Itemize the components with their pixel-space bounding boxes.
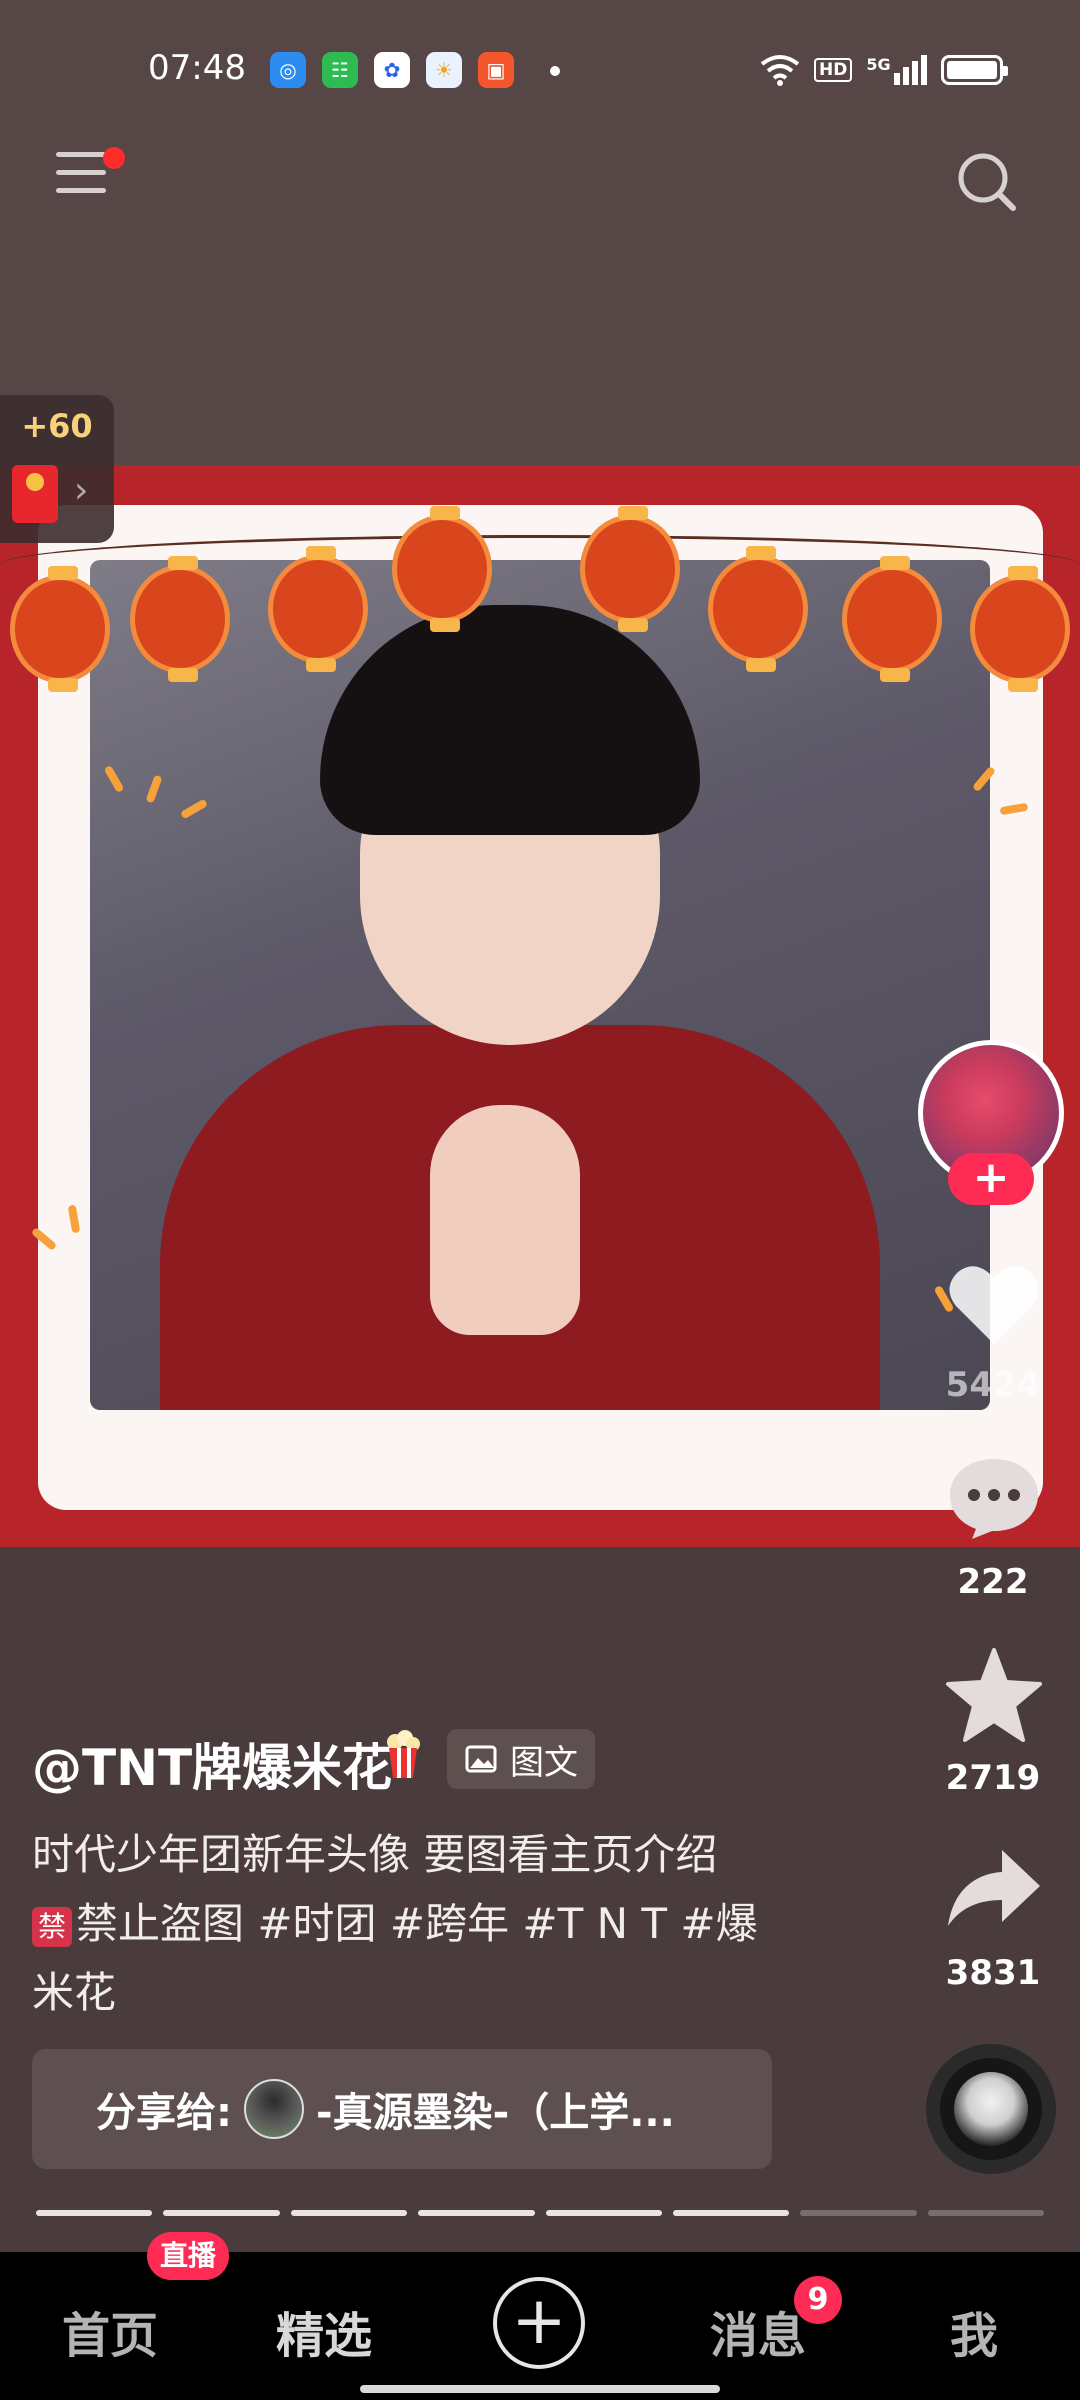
like-count: 5424 — [945, 1365, 1041, 1405]
star-icon[interactable] — [944, 1648, 1044, 1742]
comment-icon[interactable] — [946, 1455, 1042, 1541]
music-cover — [954, 2072, 1028, 2146]
progress-segment — [800, 2210, 917, 2216]
messages-badge: 9 — [794, 2276, 842, 2324]
nav-home[interactable]: 首页 — [62, 2296, 158, 2366]
lantern-icon — [580, 506, 680, 632]
baidu-app-icon: ✿ — [374, 52, 410, 88]
hd-indicator: HD — [814, 58, 853, 82]
favorite-count: 2719 — [945, 1758, 1041, 1798]
notification-dot-icon — [550, 66, 560, 76]
share-arrow-icon[interactable] — [944, 1846, 1044, 1930]
browser-app-icon: ◎ — [270, 52, 306, 88]
share-count: 3831 — [945, 1953, 1041, 1993]
menu-line — [56, 188, 106, 193]
search-icon[interactable] — [955, 150, 1019, 214]
lantern-icon — [268, 546, 368, 672]
status-time: 07:48 — [148, 48, 246, 88]
comment-count: 222 — [957, 1562, 1029, 1602]
hamburger-menu-icon[interactable] — [56, 152, 106, 208]
network-label: 5G — [866, 55, 891, 74]
menu-notification-badge — [103, 147, 125, 169]
post-description[interactable]: 时代少年团新年头像 要图看主页介绍 禁禁止盗图 #时团 #跨年 #T N T #… — [32, 1820, 792, 2027]
menu-line — [56, 152, 106, 157]
publish-button[interactable]: + — [493, 2277, 585, 2369]
home-indicator[interactable] — [360, 2385, 720, 2393]
battery-fill — [946, 61, 997, 79]
chevron-right-icon[interactable]: › — [74, 470, 88, 511]
post-type-tag[interactable]: 图文 — [447, 1729, 595, 1789]
video-app-icon: ▣ — [478, 52, 514, 88]
lantern-icon — [842, 556, 942, 682]
signal-bar-icon — [893, 73, 900, 85]
nav-selected[interactable]: 精选 — [276, 2296, 372, 2366]
wifi-icon — [760, 55, 800, 86]
signal-bar-icon — [911, 61, 918, 85]
signal-bar-icon — [920, 55, 927, 85]
description-line: 时代少年团新年头像 要图看主页介绍 — [32, 1830, 718, 1879]
menu-line — [56, 170, 106, 175]
lantern-icon — [130, 556, 230, 682]
image-progress-indicator — [36, 2210, 1044, 2216]
follow-button[interactable]: + — [948, 1153, 1034, 1205]
nav-me[interactable]: 我 — [950, 2296, 998, 2366]
header — [0, 140, 1080, 465]
description-line: 米花 — [32, 1968, 117, 2017]
image-icon — [465, 1745, 497, 1773]
description-line: 禁禁止盗图 #时团 #跨年 #T N T #爆 — [32, 1889, 792, 1958]
lantern-icon — [392, 506, 492, 632]
status-right-cluster: HD 5G — [760, 50, 1008, 90]
share-to-bar[interactable]: 分享给: -真源墨染-（上学... — [32, 2049, 772, 2169]
progress-segment — [927, 2210, 1044, 2216]
forbidden-icon: 禁 — [32, 1907, 72, 1947]
author-name[interactable]: @TNT牌爆米花 — [32, 1728, 392, 1800]
popcorn-icon — [387, 1730, 420, 1778]
wechat-app-icon: ☷ — [322, 52, 358, 88]
heart-icon[interactable] — [946, 1262, 1042, 1348]
live-badge: 直播 — [147, 2232, 229, 2280]
share-to-label: 分享给: — [96, 2090, 232, 2136]
weather-app-icon: ☀ — [426, 52, 462, 88]
post-type-label: 图文 — [510, 1742, 578, 1783]
lantern-icon — [708, 546, 808, 672]
hands — [430, 1105, 580, 1335]
share-target-name: -真源墨染-（上学... — [316, 2090, 675, 2136]
progress-segment — [290, 2210, 408, 2216]
signal-bar-icon — [902, 67, 909, 85]
lantern-icon — [10, 566, 110, 692]
progress-segment — [545, 2210, 662, 2216]
progress-segment — [36, 2210, 153, 2216]
lantern-icon — [970, 566, 1070, 692]
progress-segment — [672, 2210, 790, 2216]
battery-icon — [940, 55, 1008, 85]
description-text: 禁止盗图 #时团 #跨年 #T N T #爆 — [76, 1899, 758, 1948]
progress-segment — [418, 2210, 535, 2216]
nav-messages[interactable]: 消息 — [710, 2296, 806, 2366]
progress-segment — [163, 2210, 280, 2216]
share-target-avatar — [244, 2079, 304, 2139]
red-envelope-icon[interactable] — [12, 465, 58, 523]
signal-indicator: 5G — [866, 55, 927, 85]
reward-points: +60 — [21, 407, 93, 445]
